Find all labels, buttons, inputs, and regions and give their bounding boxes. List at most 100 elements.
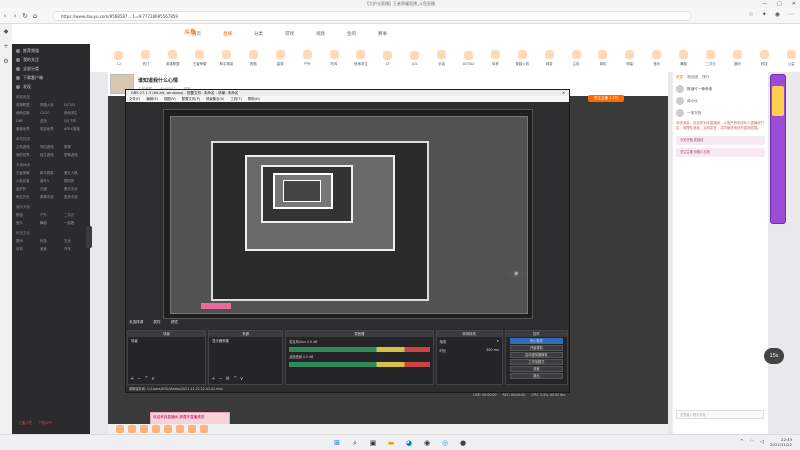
category-item[interactable]: CF — [379, 50, 397, 66]
sidebar-category-link[interactable]: 我的世界 — [16, 152, 38, 159]
obs-menu-scene-collection[interactable]: 场景集合(S) — [206, 96, 224, 102]
gift-icon[interactable] — [152, 425, 160, 433]
windows-start-icon[interactable]: ⊞ — [332, 438, 342, 448]
edge-icon[interactable]: ◕ — [404, 438, 414, 448]
back-icon[interactable]: ‹ — [0, 12, 10, 20]
category-item[interactable]: 明星 — [621, 50, 639, 66]
sidebar-category-link[interactable]: 数码 — [16, 238, 38, 245]
sidebar-category-link[interactable]: 户外 — [40, 212, 62, 219]
transition-type[interactable]: 渐变 ▾ — [437, 337, 502, 346]
gift-icon[interactable] — [176, 425, 184, 433]
nav-category[interactable]: 分类 — [254, 31, 263, 37]
desktop-audio-meter[interactable] — [289, 362, 430, 367]
gift-icon[interactable] — [116, 425, 124, 433]
sidebar-category-link[interactable]: 主机游戏 — [16, 144, 38, 151]
site-logo[interactable]: 斗鱼 — [184, 27, 210, 39]
obs-menu-file[interactable]: 文件(F) — [129, 96, 140, 102]
category-item[interactable]: 科技 — [755, 50, 773, 66]
category-item[interactable]: LOL — [406, 50, 424, 66]
tab-vip[interactable]: 贵宾 — [676, 75, 683, 80]
sidebar-category-link[interactable]: 明日方舟 — [16, 194, 38, 201]
sidebar-category-link[interactable]: 绝地求生 — [64, 110, 86, 117]
category-item[interactable]: 音乐 — [648, 50, 666, 66]
obs-menu-edit[interactable]: 编辑(E) — [146, 96, 158, 102]
sidebar-category-link[interactable]: DNF — [16, 118, 38, 125]
sidebar-category-link[interactable]: 原神手游 — [40, 194, 62, 201]
sidebar-download-app[interactable]: 下载APP — [38, 421, 52, 426]
sidebar-category-link[interactable]: 和平精英 — [40, 170, 62, 177]
sidebar-category-link[interactable]: 崩坏3 — [40, 178, 62, 185]
menu-icon[interactable]: ⋯ — [788, 11, 794, 18]
settings-button[interactable]: 设置 — [509, 366, 564, 372]
gift-icon[interactable] — [128, 425, 136, 433]
sidebar-category-link[interactable]: 美食 — [40, 246, 62, 253]
category-item[interactable]: 星秀 — [271, 50, 289, 66]
gift-icon[interactable] — [140, 425, 148, 433]
properties-button[interactable]: 属性 — [153, 319, 160, 326]
obs-window[interactable]: OBS 27.1.3 (64-bit, windows) - 配置文件: 未命名… — [125, 89, 570, 397]
start-recording-button[interactable]: 开始录制 — [509, 345, 564, 351]
category-item[interactable]: 12 — [110, 50, 128, 66]
category-item[interactable]: 热门 — [137, 50, 155, 66]
category-item[interactable]: 二次元 — [702, 50, 720, 66]
sidebar-category-link[interactable]: 舞蹈 — [40, 220, 62, 227]
sidebar-category-link[interactable]: 第五人格 — [64, 170, 86, 177]
sidebar-category-link[interactable]: 独立游戏 — [40, 152, 62, 159]
nav-games[interactable]: 游戏 — [285, 31, 294, 37]
transition-duration[interactable]: 时长 300 ms — [437, 346, 502, 355]
sidebar-category-link[interactable]: 更多手游 — [64, 194, 86, 201]
category-item[interactable]: 数码 — [728, 50, 746, 66]
sidebar-category-link[interactable]: DOTA2 — [64, 102, 86, 109]
app-icon[interactable]: ● — [458, 438, 468, 448]
sidebar-category-link[interactable]: 穿越火线 — [40, 102, 62, 109]
chevron-up-icon[interactable]: ^ — [740, 439, 744, 445]
sidebar-category-link[interactable]: 蛋仔派对 — [64, 186, 86, 193]
obs-close-icon[interactable]: ✕ — [562, 90, 565, 96]
sidebar-category-link[interactable]: 体育 — [16, 246, 38, 253]
rank-row[interactable]: 醉酒可一骨奇缘 — [673, 83, 768, 95]
obs-menu-tools[interactable]: 工具(T) — [230, 96, 242, 102]
volume-icon[interactable]: ◁ — [760, 439, 764, 445]
extension-icon[interactable]: ✦ — [762, 11, 767, 18]
category-item[interactable]: 绝地求生 — [352, 50, 370, 66]
sidebar-category-link[interactable]: 火影忍者 — [16, 178, 38, 185]
gift-icon[interactable] — [200, 425, 208, 433]
sidebar-category-link[interactable]: 怀旧游戏 — [40, 144, 62, 151]
follow-button[interactable]: 关注主播 1.2万 — [588, 95, 624, 102]
forward-icon[interactable]: › — [10, 12, 20, 20]
file-explorer-icon[interactable]: ▬ — [386, 438, 396, 448]
countdown-badge[interactable]: 15s — [764, 348, 784, 364]
mic-meter[interactable] — [289, 347, 430, 352]
clock[interactable]: 22:43 2021/11/22 — [770, 437, 792, 447]
sidebar-category-link[interactable]: 二次元 — [64, 212, 86, 219]
category-item[interactable]: 单机 — [594, 50, 612, 66]
sidebar-item-download[interactable]: 下载客户端 — [16, 73, 86, 82]
sidebar-category-link[interactable]: 科技 — [40, 238, 62, 245]
category-item[interactable]: 主机 — [567, 50, 585, 66]
sidebar-category-link[interactable]: 使命召唤 — [16, 110, 38, 117]
scene-toolbar[interactable]: +−^v — [130, 376, 158, 382]
task-view-icon[interactable]: ▣ — [368, 438, 378, 448]
scene-item[interactable]: 场景 — [128, 337, 205, 344]
profile-icon[interactable]: ◉ — [775, 11, 780, 18]
nav-forum[interactable]: 鱼吧 — [347, 31, 356, 37]
category-item[interactable]: 穿越火线 — [513, 50, 531, 66]
sidebar-category-link[interactable]: 音乐 — [16, 220, 38, 227]
chat-card[interactable]: 关注主播 领取小礼物 — [676, 148, 765, 157]
reload-icon[interactable]: ↻ — [20, 12, 30, 20]
category-item[interactable]: 网游 — [540, 50, 558, 66]
category-item[interactable]: 体育 — [486, 50, 504, 66]
promo-badge[interactable] — [772, 86, 784, 116]
tab-rank[interactable]: 排行 — [702, 75, 709, 80]
sidebar-item-discover[interactable]: 发现 — [16, 82, 86, 91]
category-item[interactable]: 吃鸡 — [325, 50, 343, 66]
nav-events[interactable]: 赛事 — [378, 31, 387, 37]
sidebar-category-link[interactable]: 英雄联盟 — [16, 102, 38, 109]
settings-icon[interactable]: ⚙ — [3, 58, 8, 65]
sidebar-category-link[interactable]: 文化 — [64, 238, 86, 245]
sidebar-category-link[interactable]: 逆战 — [40, 118, 62, 125]
sidebar-category-link[interactable]: 原神 — [64, 144, 86, 151]
rank-row[interactable]: 一本万历 — [673, 107, 768, 119]
source-toolbar[interactable]: +−⚙^v — [211, 376, 246, 382]
source-item[interactable]: 显示器采集 — [209, 337, 282, 344]
